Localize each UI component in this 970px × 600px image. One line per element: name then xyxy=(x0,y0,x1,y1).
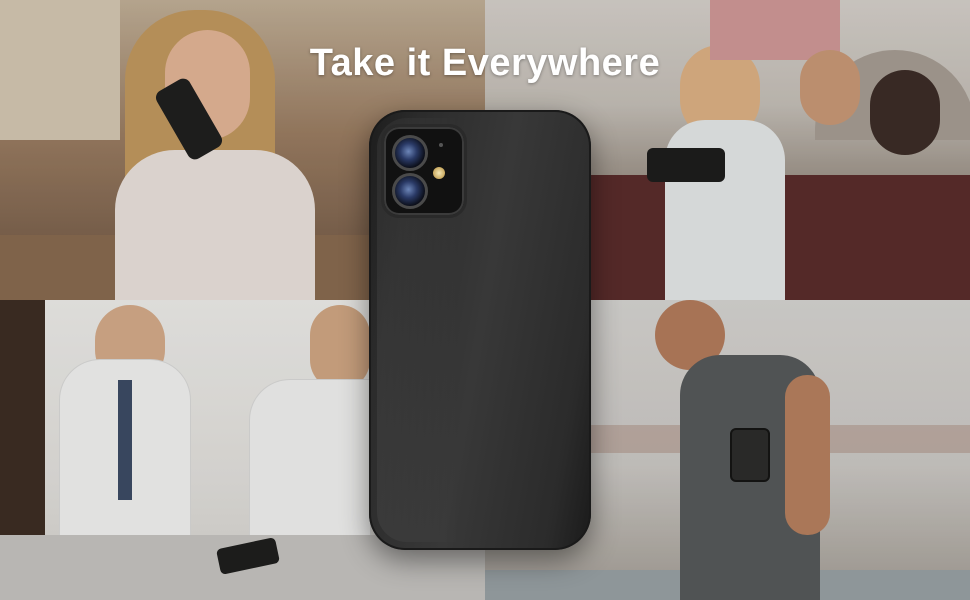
product-banner: Take it Everywhere xyxy=(0,0,970,600)
camera-lens-icon xyxy=(392,135,428,171)
headline: Take it Everywhere xyxy=(309,42,661,84)
flash-icon xyxy=(433,167,445,179)
camera-module-icon xyxy=(381,124,467,218)
microphone-hole-icon xyxy=(439,143,443,147)
phone-case-product xyxy=(369,110,591,550)
camera-lens-icon xyxy=(392,173,428,209)
